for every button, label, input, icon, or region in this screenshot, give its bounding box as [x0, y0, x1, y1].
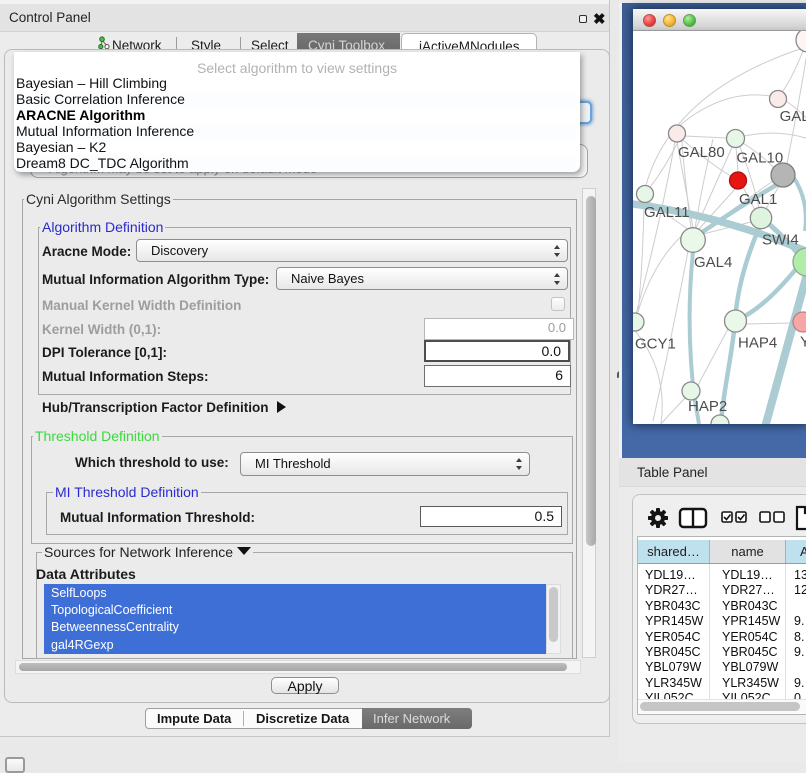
svg-text:GAL: GAL [780, 108, 806, 125]
svg-text:GAL10: GAL10 [737, 150, 784, 167]
svg-text:GCY1: GCY1 [635, 336, 676, 353]
svg-text:SWI4: SWI4 [762, 232, 799, 249]
svg-text:HAP2: HAP2 [688, 398, 727, 415]
svg-text:GAL1: GAL1 [739, 191, 777, 208]
svg-text:HAP4: HAP4 [738, 335, 777, 352]
svg-text:Y: Y [800, 334, 806, 351]
svg-text:GAL80: GAL80 [678, 144, 725, 161]
svg-text:GAL11: GAL11 [644, 204, 690, 221]
svg-text:GAL4: GAL4 [694, 254, 732, 271]
